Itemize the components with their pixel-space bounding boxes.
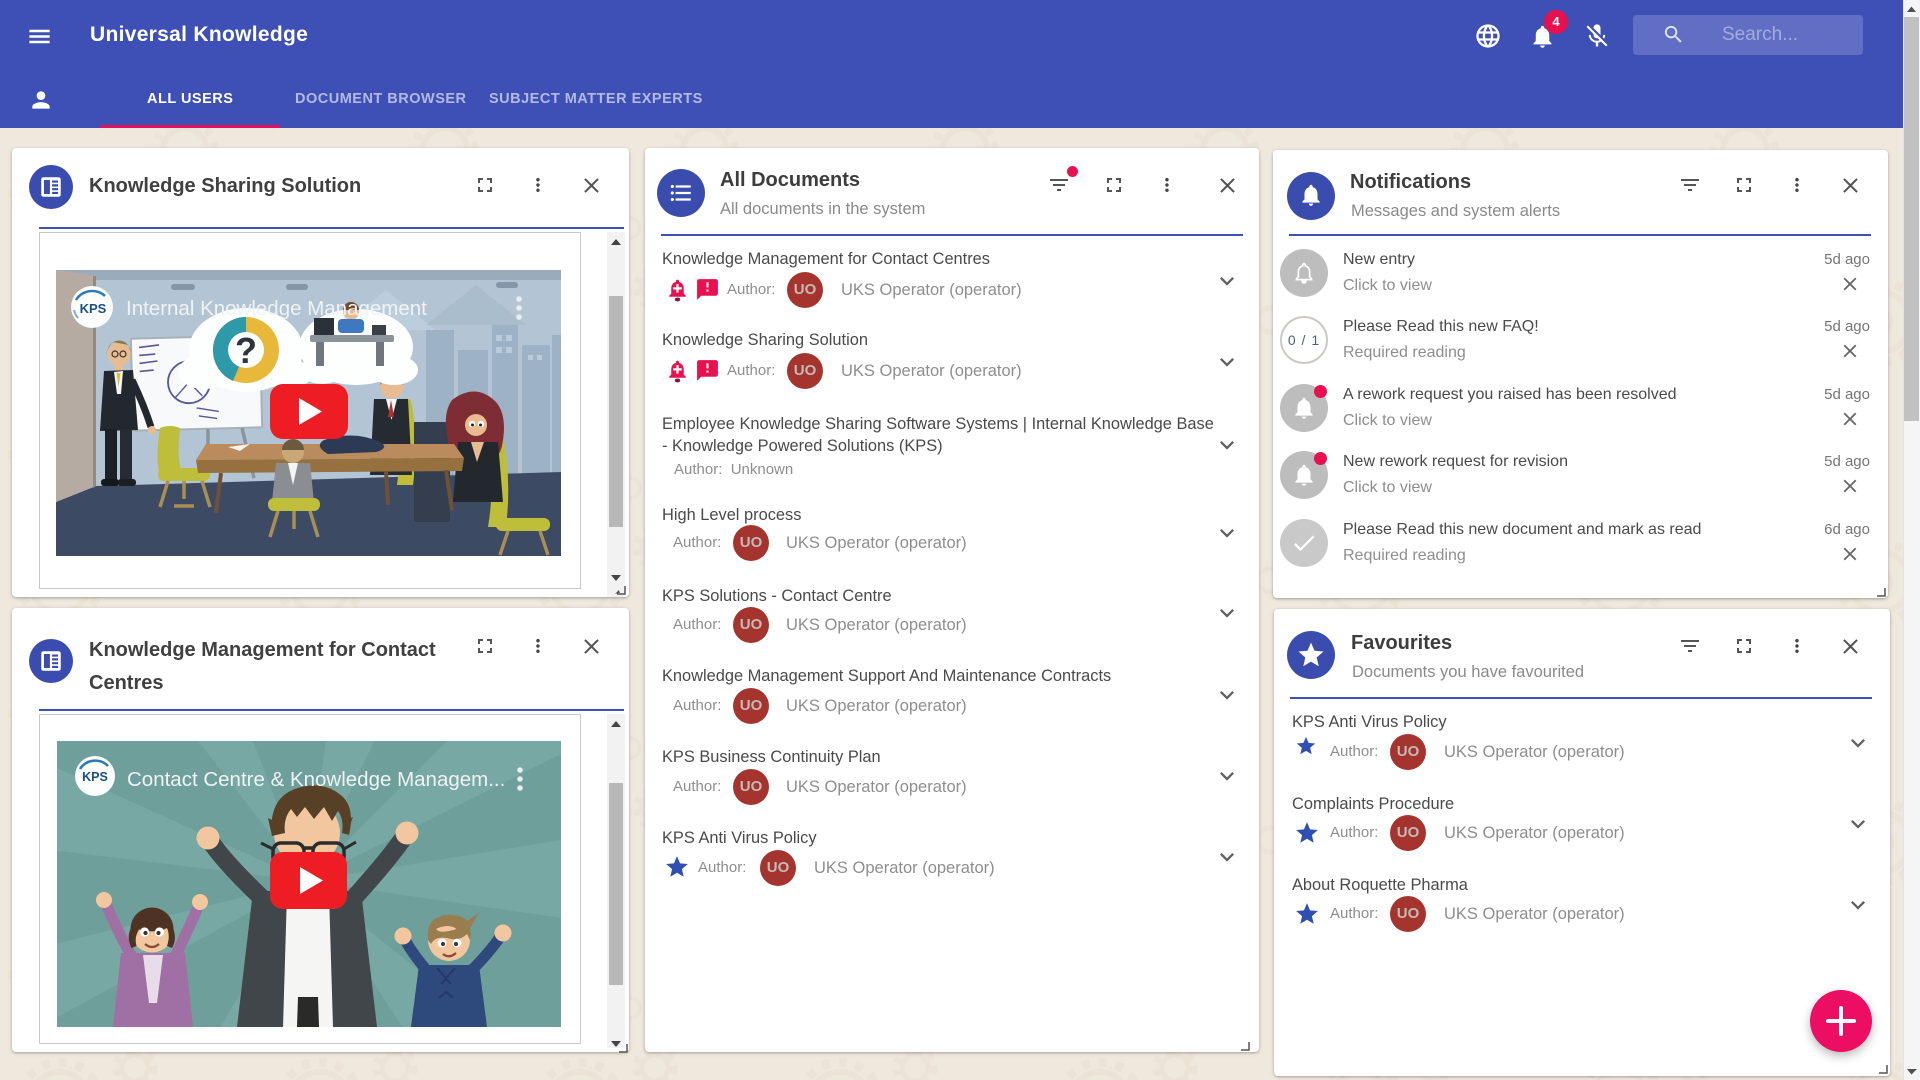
svg-text:KPS: KPS	[80, 301, 107, 316]
svg-text:?: ?	[235, 330, 257, 371]
svg-text:KPS: KPS	[82, 770, 108, 784]
svg-text:Internal Knowledge Management: Internal Knowledge Management	[126, 297, 427, 320]
svg-text:Contact Centre & Knowledge Man: Contact Centre & Knowledge Managem...	[127, 768, 505, 791]
